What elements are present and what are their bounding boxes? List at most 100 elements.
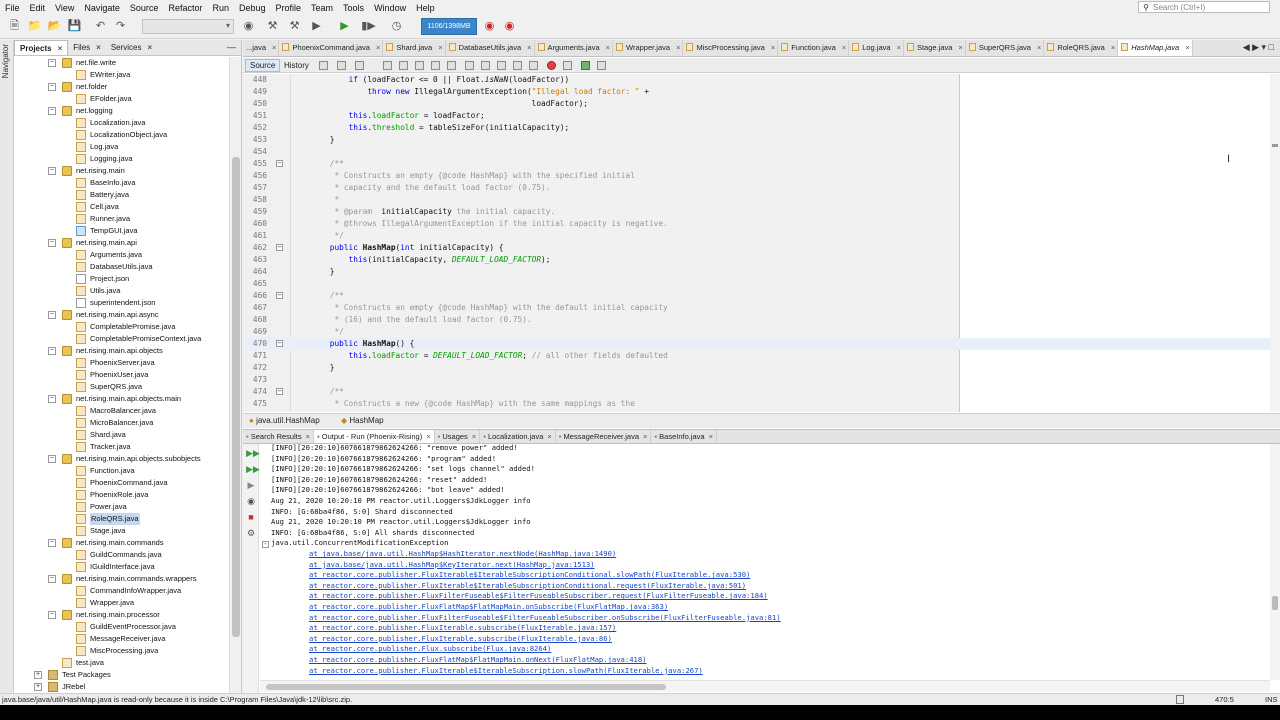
tree-package[interactable]: − net.rising.main.processor [14,609,229,621]
close-icon[interactable]: × [1185,43,1189,52]
stacktrace-link[interactable]: at reactor.core.publisher.FluxIterable.s… [309,634,612,645]
tab-services[interactable]: Services × [106,40,157,55]
output-tab-baseinfo-java[interactable]: ▪ BaseInfo.java × [651,430,717,443]
tree-package[interactable]: − net.logging [14,105,229,117]
stop-macro-icon[interactable] [563,61,572,70]
settings-icon[interactable]: ⚙ [246,528,256,538]
tree-file[interactable]: MacroBalancer.java [14,405,229,417]
tree-file[interactable]: MicroBalancer.java [14,417,229,429]
tree-file[interactable]: CompletablePromise.java [14,321,229,333]
memory-indicator[interactable]: 1106/1398MB [421,18,477,35]
save-all-icon[interactable]: 💾 [66,18,83,35]
menu-help[interactable]: Help [411,3,440,13]
stacktrace-link[interactable]: at java.base/java.util.HashMap$HashItera… [309,549,616,560]
tree-file[interactable]: Log.java [14,141,229,153]
shift-left-icon[interactable] [513,61,522,70]
editor-scrollbar[interactable] [1270,74,1280,412]
stacktrace-link[interactable]: at reactor.core.publisher.FluxFilterFuse… [309,613,781,624]
close-icon[interactable]: × [58,44,63,53]
tree-file[interactable]: Arguments.java [14,249,229,261]
output-tab-output-run-phoenix-rising[interactable]: ▪ Output - Run (Phoenix-Rising) × [314,430,435,443]
collapse-icon[interactable]: − [48,347,56,355]
breadcrumb-member[interactable]: ◆ HashMap [341,414,384,428]
collapse-icon[interactable]: − [48,575,56,583]
fold-toggle-icon[interactable]: − [276,160,283,167]
back-icon[interactable] [337,61,346,70]
collapse-icon[interactable]: − [48,395,56,403]
menu-refactor[interactable]: Refactor [163,3,207,13]
menu-view[interactable]: View [50,3,79,13]
tree-file[interactable]: Stage.java [14,525,229,537]
tree-file[interactable]: Power.java [14,501,229,513]
menu-debug[interactable]: Debug [234,3,271,13]
tree-package[interactable]: − net.rising.main.api.objects.main [14,393,229,405]
tree-file[interactable]: GuildCommands.java [14,549,229,561]
tree-file[interactable]: CommandInfoWrapper.java [14,585,229,597]
insert-mode[interactable]: INS [1265,694,1278,705]
collapse-stacktrace-icon[interactable]: - [262,541,269,548]
debug-icon[interactable]: ▮▶ [360,18,377,35]
tree-package[interactable]: − net.rising.main [14,165,229,177]
open-project-icon[interactable]: 📂 [46,18,63,35]
tree-package[interactable]: − net.rising.main.commands [14,537,229,549]
collapse-icon[interactable]: − [48,239,56,247]
editor-tab-arguments-java[interactable]: Arguments.java × [535,40,614,56]
editor-tab-nav-icons[interactable]: ◀ ▶ ▾ □ [1243,42,1274,53]
tab-files[interactable]: Files × [68,40,106,55]
tree-file[interactable]: TempGUI.java [14,225,229,237]
output-horizontal-scrollbar[interactable] [260,680,1270,692]
stacktrace-link[interactable]: at java.base/java.util.HashMap$KeyIterat… [309,560,595,571]
close-icon[interactable]: × [472,432,476,441]
rerun-icon[interactable]: ▶▶ [246,448,260,458]
last-edit-icon[interactable] [319,61,328,70]
editor-tab-miscprocessing-java[interactable]: MiscProcessing.java × [683,40,779,56]
search-input[interactable]: ⚲ Search (Ctrl+I) [1138,1,1270,13]
collapse-icon[interactable]: − [48,59,56,67]
tree-file[interactable]: PhoenixServer.java [14,357,229,369]
collapse-icon[interactable]: − [48,455,56,463]
menu-source[interactable]: Source [125,3,164,13]
minimize-icon[interactable]: — [227,42,236,52]
find-icon[interactable] [383,61,392,70]
undo-icon[interactable]: ↶ [92,18,109,35]
next-bookmark-icon[interactable] [481,61,490,70]
tree-file[interactable]: Shard.java [14,429,229,441]
toggle-bookmark-icon[interactable] [497,61,506,70]
editor-tab-databaseutils-java[interactable]: DatabaseUtils.java × [446,40,535,56]
close-icon[interactable]: × [96,43,101,52]
source-tab[interactable]: Source [245,59,281,72]
tab-projects[interactable]: Projects × [14,40,69,55]
new-project-icon[interactable]: 📁 [26,18,43,35]
tree-file[interactable]: PhoenixUser.java [14,369,229,381]
close-icon[interactable]: × [897,43,901,52]
code-area[interactable]: 448 if (loadFactor <= 0 || Float.isNaN(l… [243,74,1270,412]
editor-tab-log-java[interactable]: Log.java × [849,40,904,56]
previous-bookmark-icon[interactable] [465,61,474,70]
menu-window[interactable]: Window [369,3,411,13]
tree-file[interactable]: RoleQRS.java [14,513,229,525]
collapse-icon[interactable]: − [48,83,56,91]
forward-icon[interactable] [355,61,364,70]
close-icon[interactable]: × [1037,43,1041,52]
tree-file[interactable]: MessageReceiver.java [14,633,229,645]
menu-file[interactable]: File [0,3,25,13]
tree-file[interactable]: Utils.java [14,285,229,297]
output-tab-messagereceiver-java[interactable]: ▪ MessageReceiver.java × [556,430,652,443]
output-tab-search-results[interactable]: ▪ Search Results × [243,430,314,443]
menu-tools[interactable]: Tools [338,3,369,13]
tree-package[interactable]: − net.rising.main.api [14,237,229,249]
close-icon[interactable]: × [842,43,846,52]
tree-file[interactable]: test.java [14,657,229,669]
stacktrace-link[interactable]: at reactor.core.publisher.FluxIterable.s… [309,623,616,634]
expand-icon[interactable]: + [34,683,42,691]
tree-file[interactable]: superintendent.json [14,297,229,309]
project-tree-scrollbar[interactable] [229,57,241,693]
menu-run[interactable]: Run [207,3,234,13]
tree-file[interactable]: Project.json [14,273,229,285]
tree-package[interactable]: − net.rising.main.api.objects.subobjects [14,453,229,465]
find-selection-icon[interactable] [431,61,440,70]
close-icon[interactable]: × [547,432,551,441]
tree-file[interactable]: Battery.java [14,189,229,201]
editor-tab-stage-java[interactable]: Stage.java × [904,40,966,56]
output-console[interactable]: - [INFO][20:20:10]607661879862624266: "r… [260,444,1270,680]
